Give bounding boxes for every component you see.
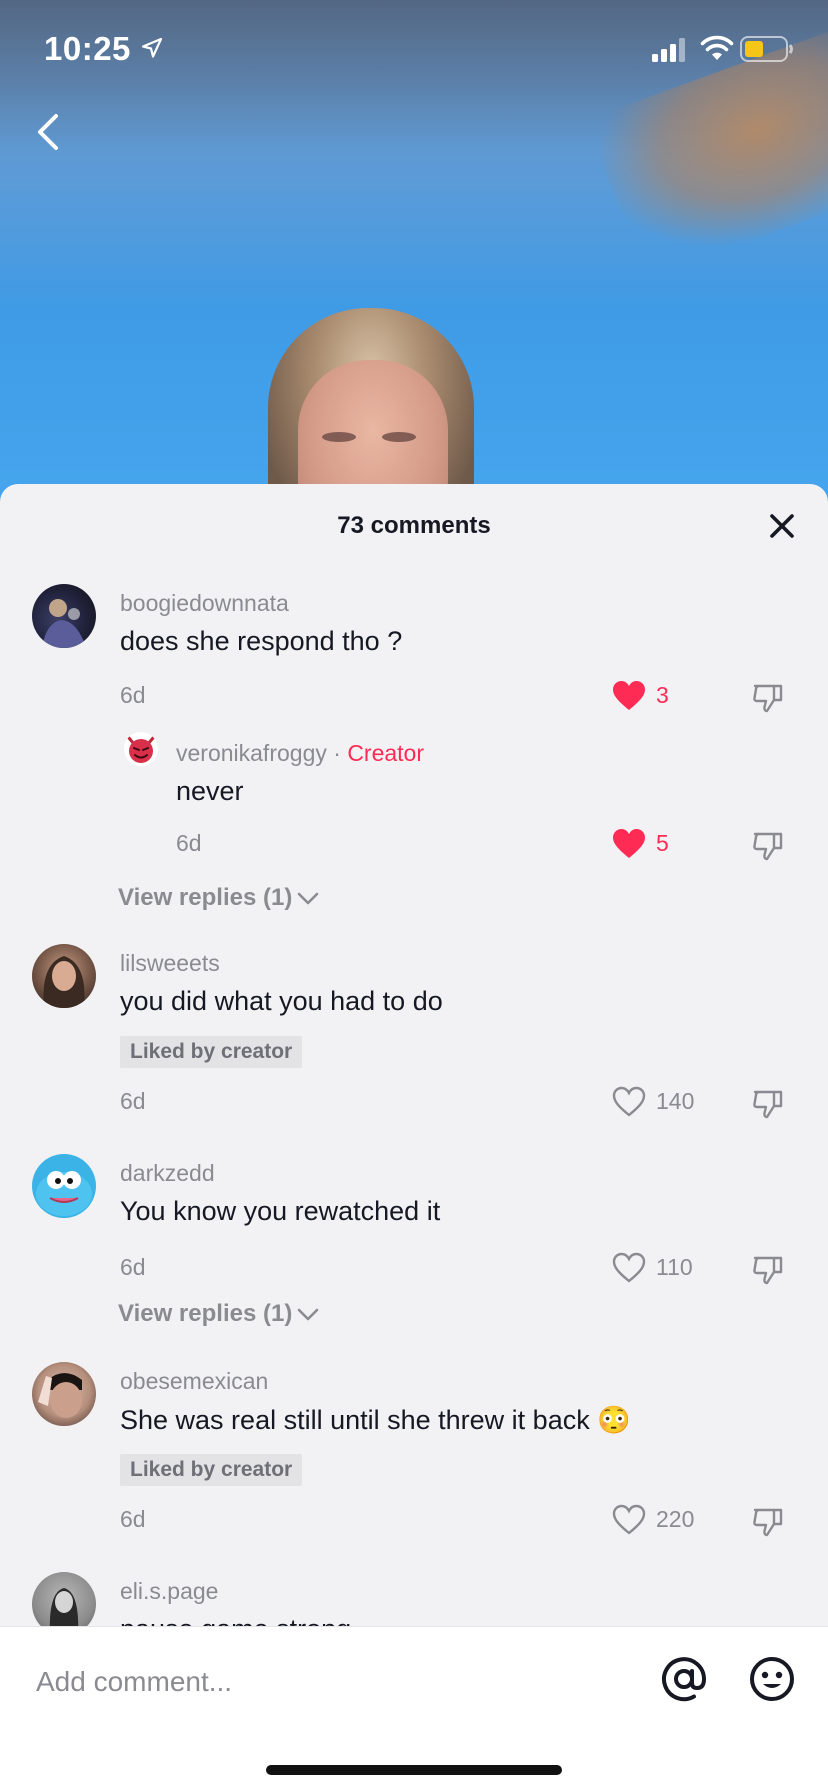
comment-text: She was real still until she threw it ba… (120, 1405, 631, 1435)
comment-text: does she respond tho ? (120, 626, 403, 656)
heart-filled-icon (613, 681, 645, 710)
thumbs-down-icon[interactable] (752, 1506, 784, 1538)
reply-like-button[interactable]: 5 (612, 828, 732, 862)
comments-count-title: 73 comments (337, 512, 491, 539)
chevron-down-icon (298, 892, 319, 904)
at-sign-icon[interactable] (660, 1655, 708, 1703)
comment-text: you did what you had to do (120, 986, 443, 1016)
like-count: 140 (656, 1088, 695, 1114)
avatar-picture-icon (38, 1373, 82, 1418)
like-count: 110 (656, 1254, 693, 1280)
devil-emoji-icon (127, 736, 155, 763)
reply-text: never (176, 776, 244, 806)
thumbs-down-icon[interactable] (752, 1088, 784, 1120)
back-button[interactable] (28, 108, 68, 156)
like-button[interactable]: 220 (612, 1504, 732, 1538)
comment-time: 6d (120, 682, 146, 708)
thumbs-down-icon[interactable] (752, 830, 784, 862)
comment-input-bar (0, 1626, 828, 1792)
video-person-eye (322, 432, 356, 442)
like-count: 220 (656, 1506, 695, 1532)
comments-list[interactable]: boogiedownnata does she respond tho ? 6d… (0, 580, 828, 1670)
view-replies-label: View replies (1) (118, 884, 293, 911)
status-bar: 10:25 (0, 0, 828, 100)
comment-username[interactable]: eli.s.page (120, 1578, 218, 1605)
battery-icon (740, 36, 793, 62)
comments-sheet: 73 comments boogiedownnata does she resp… (0, 484, 828, 1792)
reply-avatar[interactable] (124, 732, 158, 766)
view-replies-button[interactable]: View replies (1) (118, 884, 320, 912)
view-replies-label: View replies (1) (118, 1300, 293, 1327)
creator-tag: Creator (347, 740, 425, 766)
video-person-eye (382, 432, 416, 442)
status-time: 10:25 (44, 30, 131, 67)
like-button[interactable]: 140 (612, 1086, 732, 1120)
reply-separator: · (326, 740, 348, 766)
avatar[interactable] (32, 1362, 96, 1426)
thumbs-down-icon[interactable] (752, 1254, 784, 1286)
heart-outline-icon (612, 1252, 646, 1283)
comment-username[interactable]: boogiedownnata (120, 590, 289, 617)
reply-username-line: veronikafroggy · Creator (176, 740, 424, 767)
avatar-picture-icon (43, 956, 85, 1008)
smiley-face-icon[interactable] (748, 1655, 796, 1703)
comment-username[interactable]: obesemexican (120, 1368, 268, 1395)
home-indicator (266, 1765, 562, 1775)
comment-username[interactable]: lilsweeets (120, 950, 220, 977)
wifi-icon (700, 35, 734, 60)
add-comment-input[interactable] (36, 1657, 596, 1707)
cellular-signal-icon (652, 38, 685, 62)
avatar-picture-icon (42, 599, 86, 648)
liked-by-creator-badge: Liked by creator (120, 1454, 303, 1486)
thumbs-down-icon[interactable] (752, 682, 784, 714)
like-count: 3 (656, 682, 669, 708)
comment-time: 6d (120, 1254, 146, 1280)
reply-username[interactable]: veronikafroggy (176, 740, 327, 766)
heart-outline-icon (612, 1504, 646, 1535)
close-icon[interactable] (764, 508, 800, 544)
liked-by-creator-badge: Liked by creator (120, 1036, 303, 1068)
comment-time: 6d (120, 1088, 146, 1114)
avatar[interactable] (32, 584, 96, 648)
like-button[interactable]: 110 (612, 1252, 732, 1286)
avatar[interactable] (32, 944, 96, 1008)
view-replies-button[interactable]: View replies (1) (118, 1300, 320, 1328)
location-arrow-icon (141, 37, 163, 58)
reply-time: 6d (176, 830, 202, 856)
avatar[interactable] (32, 1154, 96, 1218)
like-button[interactable]: 3 (612, 680, 732, 714)
avatar-cartoon-icon (36, 1171, 92, 1216)
chevron-down-icon (298, 1308, 319, 1320)
like-count: 5 (656, 830, 669, 856)
comment-text: You know you rewatched it (120, 1196, 441, 1226)
heart-filled-icon (613, 829, 645, 858)
comment-time: 6d (120, 1506, 146, 1532)
heart-outline-icon (612, 1086, 646, 1117)
comment-username[interactable]: darkzedd (120, 1160, 215, 1187)
